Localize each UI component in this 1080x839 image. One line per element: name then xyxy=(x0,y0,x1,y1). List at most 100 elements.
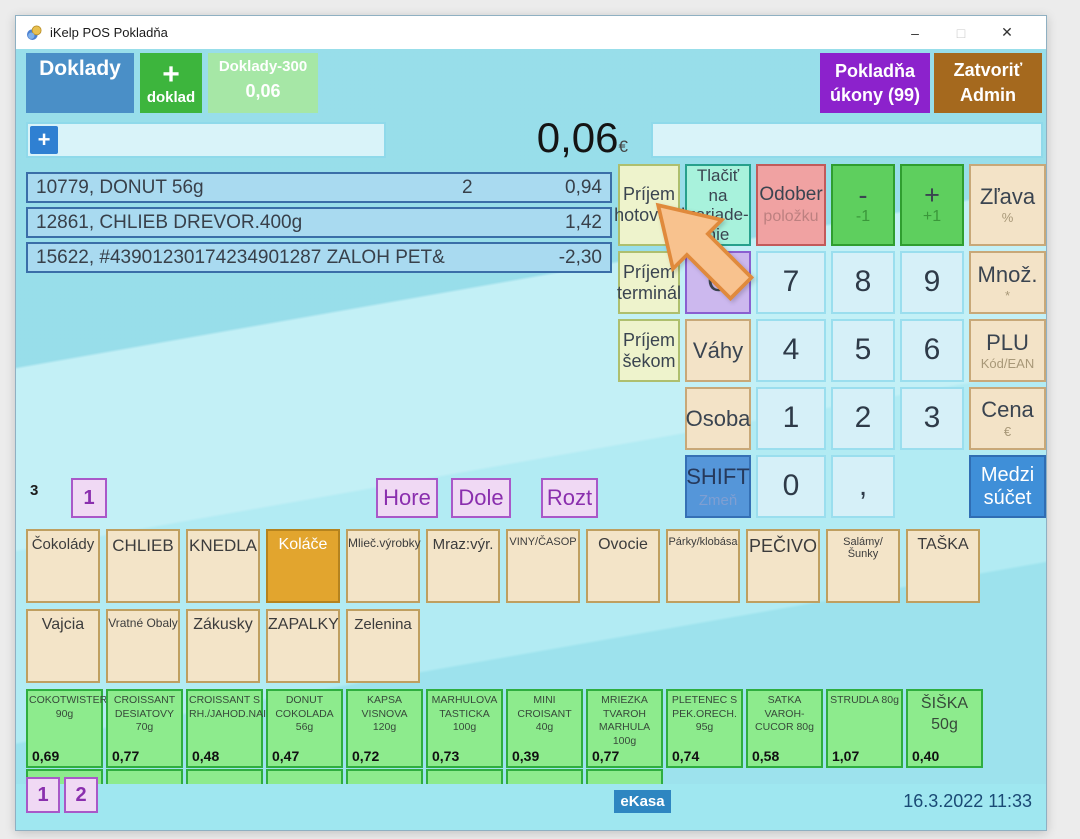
zlava-button[interactable]: Zľava% xyxy=(969,164,1046,246)
category-mliec-vyrobky[interactable]: Mlieč.výrobky xyxy=(346,529,420,603)
keypad-empty-cell xyxy=(618,455,680,518)
product-button-partial[interactable] xyxy=(586,769,663,784)
category-zapalky[interactable]: ZAPALKY xyxy=(266,609,340,683)
product-button-partial[interactable] xyxy=(346,769,423,784)
prijem-sekom-button[interactable]: Príjem šekom xyxy=(618,319,680,382)
tlacit-na-zariadenie-button[interactable]: Tlačiť na zariade- nie xyxy=(685,164,751,246)
document-info-panel[interactable]: Doklady-300 0,06 xyxy=(208,53,318,113)
product-button-partial[interactable] xyxy=(266,769,343,784)
total-amount: 0,06€ xyxy=(436,114,628,171)
app-icon xyxy=(26,24,43,41)
document-info-value: 0,06 xyxy=(208,81,318,102)
product-button-partial[interactable] xyxy=(506,769,583,784)
category-chlieb[interactable]: CHLIEB xyxy=(106,529,180,603)
category-pecivo[interactable]: PEČIVO xyxy=(746,529,820,603)
product-donut-cokolada[interactable]: DONUT COKOLADA 56g0,47 xyxy=(266,689,343,768)
osoba-button[interactable]: Osoba xyxy=(685,387,751,450)
category-salamy-sunky[interactable]: Salámy/Šunky xyxy=(826,529,900,603)
product-pletenec[interactable]: PLETENEC S PEK.ORECH. 95g0,74 xyxy=(666,689,743,768)
key-1[interactable]: 1 xyxy=(756,387,826,450)
product-mini-croisant[interactable]: MINI CROISANT 40g0,39 xyxy=(506,689,583,768)
page-indicator: 3 xyxy=(30,482,38,499)
zatvorit-admin-button[interactable]: Zatvoriť Admin xyxy=(934,53,1042,113)
product-button-partial[interactable] xyxy=(426,769,503,784)
key-6[interactable]: 6 xyxy=(900,319,964,382)
product-croissant-s[interactable]: CROISSANT S RH./JAHOD.NAI0,48 xyxy=(186,689,263,768)
maximize-button[interactable]: □ xyxy=(938,16,984,49)
app-window: iKelp POS Pokladňa – □ ✕ Doklady + dokla… xyxy=(15,15,1047,831)
plus-icon: + xyxy=(162,61,180,89)
category-vajcia[interactable]: Vajcia xyxy=(26,609,100,683)
category-cokolady[interactable]: Čokolády xyxy=(26,529,100,603)
cena-button[interactable]: Cena€ xyxy=(969,387,1046,450)
product-button-partial[interactable] xyxy=(186,769,263,784)
category-taska[interactable]: TAŠKA xyxy=(906,529,980,603)
title-bar: iKelp POS Pokladňa – □ ✕ xyxy=(16,16,1046,49)
currency-symbol: € xyxy=(619,137,628,156)
add-item-button[interactable]: + xyxy=(30,126,58,154)
prijem-terminal-button[interactable]: Príjem terminál xyxy=(618,251,680,314)
category-kolace-selected[interactable]: Koláče xyxy=(266,529,340,603)
hore-button[interactable]: Hore xyxy=(376,478,438,518)
category-knedla[interactable]: KNEDLA xyxy=(186,529,260,603)
category-ovocie[interactable]: Ovocie xyxy=(586,529,660,603)
odober-polozku-button[interactable]: Odoberpoložku xyxy=(756,164,826,246)
datetime-label: 16.3.2022 11:33 xyxy=(903,791,1032,812)
keypad-empty-cell xyxy=(900,455,964,518)
category-vratne-obaly[interactable]: Vratné Obaly xyxy=(106,609,180,683)
secondary-entry-field[interactable] xyxy=(651,122,1043,158)
product-siska[interactable]: ŠIŠKA 50g0,40 xyxy=(906,689,983,768)
medzisucet-button[interactable]: Medzi súčet xyxy=(969,455,1046,518)
product-kapsa-visnova[interactable]: KAPSA VISNOVA 120g0,72 xyxy=(346,689,423,768)
product-satka[interactable]: SATKA VAROH-CUCOR 80g0,58 xyxy=(746,689,823,768)
rozt-button[interactable]: Rozt xyxy=(541,478,598,518)
key-comma[interactable]: , xyxy=(831,455,895,518)
window-title: iKelp POS Pokladňa xyxy=(50,25,168,40)
category-zakusky[interactable]: Zákusky xyxy=(186,609,260,683)
key-2[interactable]: 2 xyxy=(831,387,895,450)
clear-button[interactable]: C xyxy=(685,251,751,314)
key-3[interactable]: 3 xyxy=(900,387,964,450)
category-mraz-vyr[interactable]: Mraz:výr. xyxy=(426,529,500,603)
receipt-line[interactable]: 10779, DONUT 56g 2 0,94 xyxy=(26,172,612,203)
pokladna-ukony-button[interactable]: Pokladňa úkony (99) xyxy=(820,53,930,113)
key-8[interactable]: 8 xyxy=(831,251,895,314)
product-mriezka-tvaroh[interactable]: MRIEZKA TVAROH MARHULA 100g0,77 xyxy=(586,689,663,768)
plus-one-button[interactable]: ++1 xyxy=(900,164,964,246)
category-parky-klobasa[interactable]: Párky/klobása xyxy=(666,529,740,603)
key-0[interactable]: 0 xyxy=(756,455,826,518)
shift-button[interactable]: SHIFTZmeň xyxy=(685,455,751,518)
product-croissant-desiatovy[interactable]: CROISSANT DESIATOVY 70g0,77 xyxy=(106,689,183,768)
product-button-partial[interactable] xyxy=(106,769,183,784)
receipt-line[interactable]: 15622, #43901230174234901287 ZALOH PET& … xyxy=(26,242,612,273)
ekasa-badge: eKasa xyxy=(614,790,671,813)
vahy-button[interactable]: Váhy xyxy=(685,319,751,382)
new-document-button[interactable]: + doklad xyxy=(140,53,202,113)
product-cokotwister[interactable]: COKOTWISTER 90g0,69 xyxy=(26,689,103,768)
plu-button[interactable]: PLUKód/EAN xyxy=(969,319,1046,382)
keypad: Príjem hotovosť Tlačiť na zariade- nie O… xyxy=(618,164,1046,518)
keypad-empty-cell xyxy=(618,387,680,450)
category-zelenina[interactable]: Zelenina xyxy=(346,609,420,683)
minimize-button[interactable]: – xyxy=(892,16,938,49)
mnozstvo-button[interactable]: Množ.* xyxy=(969,251,1046,314)
key-9[interactable]: 9 xyxy=(900,251,964,314)
key-4[interactable]: 4 xyxy=(756,319,826,382)
doklady-button[interactable]: Doklady xyxy=(26,53,134,113)
item-entry-field[interactable]: + xyxy=(26,122,386,158)
product-strudla[interactable]: STRUDLA 80g1,07 xyxy=(826,689,903,768)
product-marhulova-tasticka[interactable]: MARHULOVA TASTICKA 100g0,73 xyxy=(426,689,503,768)
dole-button[interactable]: Dole xyxy=(451,478,511,518)
minus-one-button[interactable]: --1 xyxy=(831,164,895,246)
prijem-hotovost-button[interactable]: Príjem hotovosť xyxy=(618,164,680,246)
product-page-1-button[interactable]: 1 xyxy=(26,777,60,813)
product-page-2-button[interactable]: 2 xyxy=(64,777,98,813)
category-viny-casop[interactable]: VINY/ČASOP xyxy=(506,529,580,603)
close-button[interactable]: ✕ xyxy=(984,16,1030,49)
category-page-1-button[interactable]: 1 xyxy=(71,478,107,518)
footer-bar xyxy=(16,784,1046,830)
receipt-line[interactable]: 12861, CHLIEB DREVOR.400g 1,42 xyxy=(26,207,612,238)
document-info-title: Doklady-300 xyxy=(208,58,318,75)
key-5[interactable]: 5 xyxy=(831,319,895,382)
key-7[interactable]: 7 xyxy=(756,251,826,314)
